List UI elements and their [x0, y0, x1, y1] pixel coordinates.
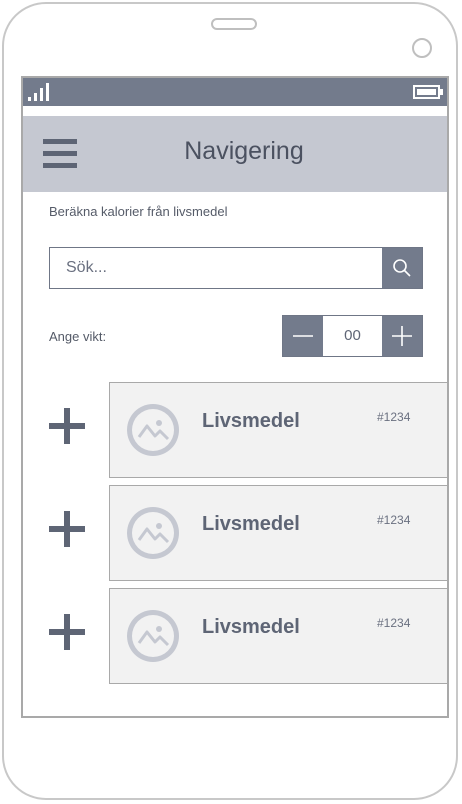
add-icon[interactable]: [49, 511, 85, 547]
image-placeholder-icon: [127, 404, 179, 456]
page-title: Navigering: [184, 137, 304, 165]
decrement-button[interactable]: [283, 316, 323, 356]
increment-button[interactable]: [382, 316, 422, 356]
card-id: #1234: [377, 513, 411, 527]
food-card[interactable]: Livsmedel #1234: [109, 588, 447, 684]
search-input[interactable]: [50, 248, 382, 288]
list-item: Livsmedel #1234: [23, 588, 447, 686]
card-title: Livsmedel: [202, 616, 300, 638]
phone-camera: [412, 38, 432, 58]
phone-speaker: [211, 18, 257, 30]
search-box: [49, 247, 423, 289]
food-card[interactable]: Livsmedel #1234: [109, 485, 447, 581]
status-bar: [23, 78, 447, 106]
phone-screen: Navigering Beräkna kalorier från livsmed…: [21, 76, 449, 718]
card-title: Livsmedel: [202, 410, 300, 432]
card-id: #1234: [377, 616, 411, 630]
add-icon[interactable]: [49, 614, 85, 650]
list-item: Livsmedel #1234: [23, 485, 447, 583]
search-icon: [393, 259, 411, 277]
signal-icon: [28, 83, 49, 101]
card-title: Livsmedel: [202, 513, 300, 535]
battery-icon: [413, 85, 443, 99]
image-placeholder-icon: [127, 610, 179, 662]
search-button[interactable]: [382, 248, 422, 288]
plus-icon: [392, 326, 412, 346]
list-item: Livsmedel #1234: [23, 382, 447, 480]
minus-icon: [293, 335, 313, 337]
weight-stepper: 00: [282, 315, 423, 357]
image-placeholder-icon: [127, 507, 179, 559]
add-icon[interactable]: [49, 408, 85, 444]
weight-value[interactable]: 00: [323, 316, 382, 356]
page-subtitle: Beräkna kalorier från livsmedel: [49, 204, 228, 219]
phone-frame: Navigering Beräkna kalorier från livsmed…: [2, 2, 458, 800]
card-id: #1234: [377, 410, 411, 424]
nav-bar: Navigering: [23, 116, 447, 192]
food-card[interactable]: Livsmedel #1234: [109, 382, 447, 478]
weight-label: Ange vikt:: [49, 329, 107, 344]
